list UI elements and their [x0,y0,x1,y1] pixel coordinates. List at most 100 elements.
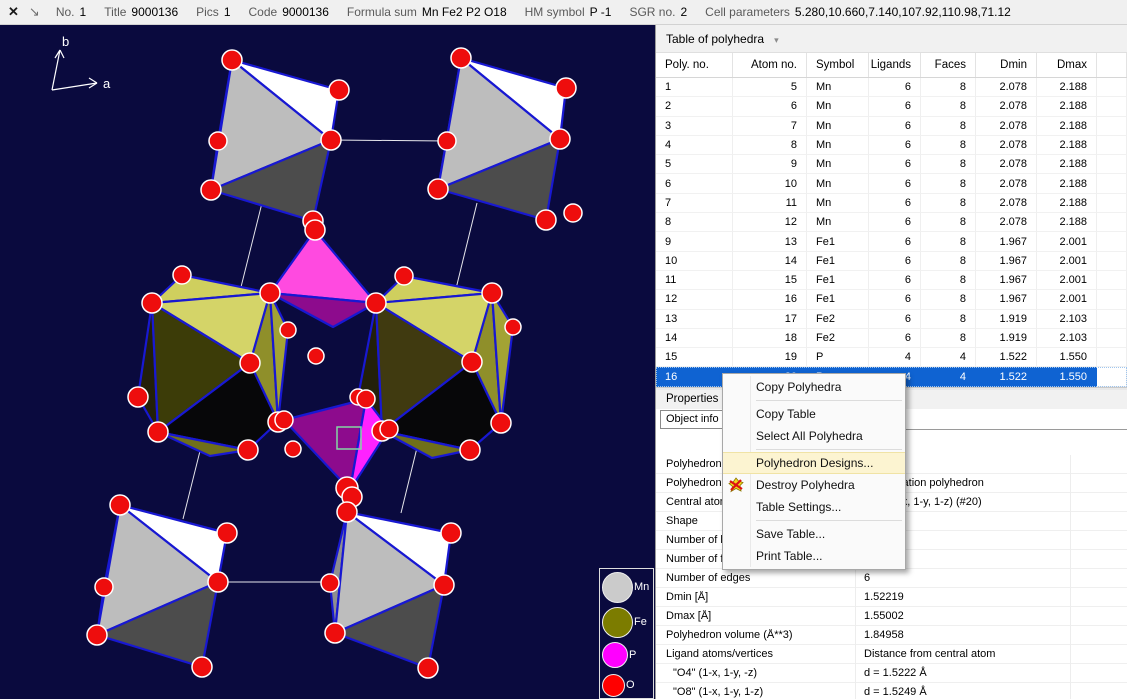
oxygen-atom[interactable] [238,440,258,460]
menu-item-select-all-polyhedra[interactable]: Select All Polyhedra [723,425,905,447]
oxygen-atom[interactable] [321,130,341,150]
oxygen-atom[interactable] [460,440,480,460]
menu-item-save-table[interactable]: Save Table... [723,523,905,545]
oxygen-atom[interactable] [550,129,570,149]
legend-label: O [626,679,635,691]
oxygen-atom[interactable] [418,658,438,678]
oxygen-atom[interactable] [201,180,221,200]
oxygen-atom[interactable] [505,319,521,335]
oxygen-atom[interactable] [451,48,471,68]
table-row-3[interactable]: 37Mn682.0782.188 [656,117,1127,136]
mn-octahedron-bottom-right[interactable] [330,512,451,668]
structure-canvas[interactable]: b a [0,25,655,699]
oxygen-atom[interactable] [329,80,349,100]
menu-item-copy-polyhedra[interactable]: Copy Polyhedra [723,376,905,398]
structure-viewport[interactable]: b a MnFePO [0,25,655,699]
column-header-atom-no-[interactable]: Atom no. [733,53,807,77]
p-tetrahedron-top[interactable] [270,230,376,327]
cell: 6 [869,252,921,271]
cell: 2.188 [1037,117,1097,136]
oxygen-atom[interactable] [337,502,357,522]
legend-label: P [629,649,636,661]
menu-item-table-settings[interactable]: Table Settings... [723,496,905,518]
oxygen-atom[interactable] [395,267,413,285]
cell: 6 [869,174,921,193]
oxygen-atom[interactable] [380,420,398,438]
oxygen-atom[interactable] [240,353,260,373]
oxygen-atom[interactable] [280,322,296,338]
table-row-5[interactable]: 59Mn682.0782.188 [656,155,1127,174]
oxygen-atom[interactable] [208,572,228,592]
table-row-4[interactable]: 48Mn682.0782.188 [656,136,1127,155]
table-row-10[interactable]: 1014Fe1681.9672.001 [656,252,1127,271]
cell: 6 [869,117,921,136]
mn-octahedron-top-left[interactable] [211,60,339,221]
oxygen-atom[interactable] [536,210,556,230]
cell: 12 [656,290,733,309]
oxygen-atom[interactable] [209,132,227,150]
oxygen-atom[interactable] [260,283,280,303]
oxygen-atom[interactable] [441,523,461,543]
oxygen-atom[interactable] [438,132,456,150]
table-row-7[interactable]: 711Mn682.0782.188 [656,194,1127,213]
oxygen-atom[interactable] [462,352,482,372]
table-row-14[interactable]: 1418Fe2681.9192.103 [656,329,1127,348]
property-row-10: Ligand atoms/verticesDistance from centr… [656,645,1127,664]
field-value: 1 [224,5,231,19]
oxygen-atom[interactable] [222,50,242,70]
table-row-2[interactable]: 26Mn682.0782.188 [656,97,1127,116]
oxygen-atom[interactable] [366,293,386,313]
pop-out-icon[interactable]: ↘ [29,4,40,20]
oxygen-atom[interactable] [482,283,502,303]
column-header-dmin[interactable]: Dmin [976,53,1037,77]
property-value: 1.55002 [855,610,904,622]
oxygen-atom[interactable] [95,578,113,596]
atom-color-legend: MnFePO [599,568,654,699]
oxygen-atom[interactable] [325,623,345,643]
mn-octahedron-bottom-left[interactable] [97,505,227,667]
oxygen-atom[interactable] [434,575,454,595]
menu-item-polyhedron-designs[interactable]: Polyhedron Designs... [723,452,905,474]
oxygen-atom[interactable] [556,78,576,98]
table-row-11[interactable]: 1115Fe1681.9672.001 [656,271,1127,290]
oxygen-atom[interactable] [275,411,293,429]
column-header-faces[interactable]: Faces [921,53,976,77]
oxygen-atom[interactable] [217,523,237,543]
oxygen-atom[interactable] [128,387,148,407]
menu-item-destroy-polyhedra[interactable]: Destroy Polyhedra [723,474,905,496]
column-header-dmax[interactable]: Dmax [1037,53,1097,77]
oxygen-atom[interactable] [321,574,339,592]
cell: 2.188 [1037,97,1097,116]
menu-item-copy-table[interactable]: Copy Table [723,403,905,425]
oxygen-atom[interactable] [305,220,325,240]
object-info-selector[interactable]: Object info [660,410,723,429]
mn-octahedron-top-right[interactable] [438,58,566,220]
oxygen-atom[interactable] [564,204,582,222]
table-row-13[interactable]: 1317Fe2681.9192.103 [656,310,1127,329]
oxygen-atom[interactable] [285,441,301,457]
chevron-down-icon[interactable]: ▾ [774,35,779,46]
table-row-8[interactable]: 812Mn682.0782.188 [656,213,1127,232]
oxygen-atom[interactable] [87,625,107,645]
table-row-9[interactable]: 913Fe1681.9672.001 [656,232,1127,251]
oxygen-atom[interactable] [142,293,162,313]
table-row-6[interactable]: 610Mn682.0782.188 [656,174,1127,193]
table-row-12[interactable]: 1216Fe1681.9672.001 [656,290,1127,309]
oxygen-atom[interactable] [428,179,448,199]
oxygen-atom[interactable] [357,390,375,408]
legend-item-fe: Fe [600,605,653,639]
column-header-poly-no-[interactable]: Poly. no. [656,53,733,77]
table-row-15[interactable]: 1519P441.5221.550 [656,348,1127,367]
oxygen-atom[interactable] [308,348,324,364]
menu-item-print-table[interactable]: Print Table... [723,545,905,567]
close-icon[interactable]: ✕ [8,4,19,20]
oxygen-atom[interactable] [148,422,168,442]
oxygen-atom[interactable] [110,495,130,515]
oxygen-atom[interactable] [173,266,191,284]
cell: 6 [869,290,921,309]
oxygen-atom[interactable] [491,413,511,433]
column-header-symbol[interactable]: Symbol [807,53,869,77]
column-header-ligands[interactable]: Ligands [869,53,921,77]
table-row-1[interactable]: 15Mn682.0782.188 [656,78,1127,97]
oxygen-atom[interactable] [192,657,212,677]
